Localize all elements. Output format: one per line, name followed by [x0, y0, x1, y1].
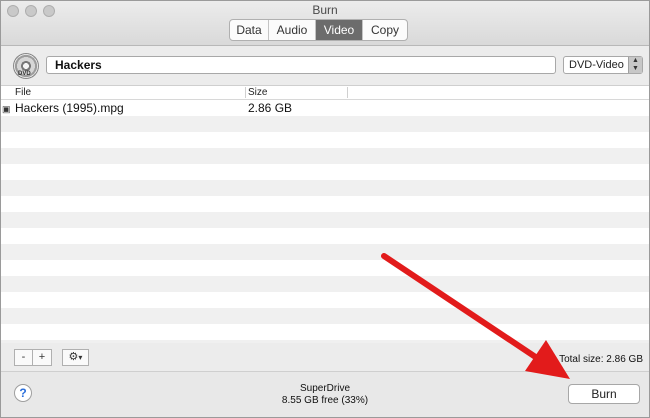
column-header-size[interactable]: Size: [248, 86, 267, 99]
title-bar: Burn Data Audio Video Copy: [1, 1, 649, 46]
table-row: [1, 212, 649, 228]
format-select[interactable]: DVD-Video ▲ ▼: [563, 56, 643, 74]
bottom-toolbar: - + ⚙▾ Total size: 2.86 GB: [1, 343, 649, 371]
burn-button[interactable]: Burn: [568, 384, 640, 404]
table-row: [1, 116, 649, 132]
window-title: Burn: [312, 3, 338, 17]
table-row: [1, 260, 649, 276]
file-name-cell: Hackers (1995).mpg: [15, 101, 124, 115]
table-row: [1, 132, 649, 148]
table-header: File Size: [1, 86, 649, 100]
file-size-cell: 2.86 GB: [248, 101, 293, 115]
table-row: [1, 324, 649, 340]
column-divider[interactable]: [347, 87, 348, 98]
tab-copy[interactable]: Copy: [363, 20, 407, 40]
remove-file-button[interactable]: -: [14, 349, 33, 366]
select-arrows-icon: ▲ ▼: [628, 57, 642, 73]
file-table[interactable]: File Size ▣ Hackers (1995).mpg 2.86 GB: [1, 85, 649, 344]
table-row[interactable]: ▣ Hackers (1995).mpg 2.86 GB: [1, 100, 649, 116]
column-header-file[interactable]: File: [15, 86, 31, 99]
disc-name-input[interactable]: [46, 56, 556, 74]
format-select-value: DVD-Video: [569, 59, 624, 71]
burn-window: Burn Data Audio Video Copy DVD DVD-Video…: [0, 0, 650, 418]
table-row: [1, 164, 649, 180]
video-file-icon: ▣: [2, 104, 11, 114]
drive-name: SuperDrive: [299, 383, 351, 394]
table-row: [1, 276, 649, 292]
table-row: [1, 244, 649, 260]
column-divider[interactable]: [245, 87, 246, 98]
settings-menu-button[interactable]: ⚙▾: [62, 349, 89, 366]
tab-video[interactable]: Video: [316, 20, 363, 40]
table-row: [1, 228, 649, 244]
footer: ? SuperDrive 8.55 GB free (33%) Burn: [1, 371, 649, 417]
tab-audio[interactable]: Audio: [269, 20, 316, 40]
table-row: [1, 292, 649, 308]
table-row: [1, 308, 649, 324]
table-row: [1, 180, 649, 196]
add-file-button[interactable]: +: [33, 349, 52, 366]
table-row: [1, 148, 649, 164]
tab-bar: Data Audio Video Copy: [229, 19, 408, 41]
table-row: [1, 196, 649, 212]
total-size-label: Total size: 2.86 GB: [559, 354, 643, 365]
tab-data[interactable]: Data: [230, 20, 269, 40]
gear-icon: ⚙: [68, 351, 79, 363]
chevron-down-icon: ▾: [78, 353, 83, 362]
dvd-badge: DVD: [18, 71, 31, 77]
drive-free-space: 8.55 GB free (33%): [281, 395, 369, 406]
